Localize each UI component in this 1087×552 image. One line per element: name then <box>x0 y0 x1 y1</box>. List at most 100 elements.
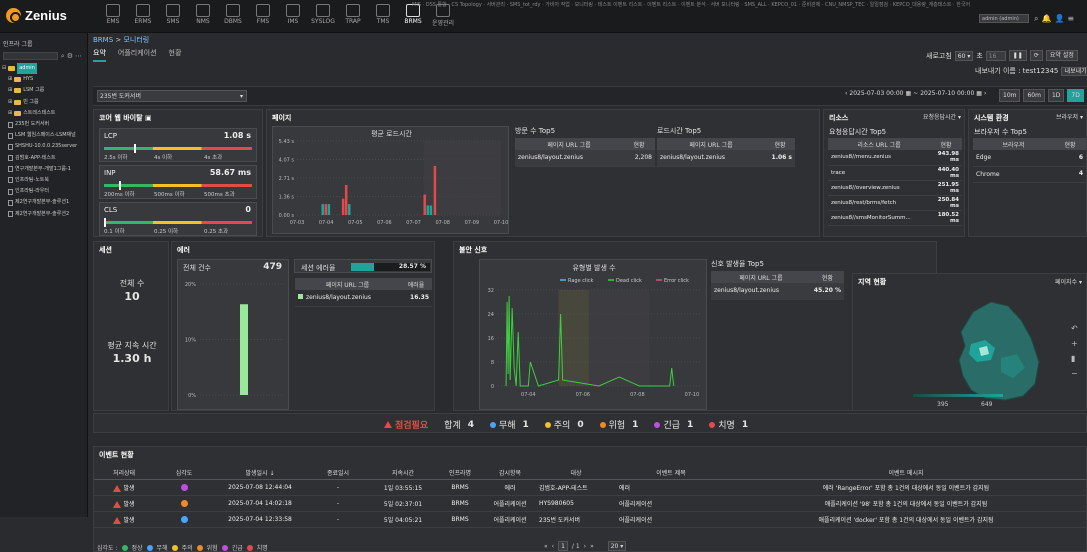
tab-2[interactable]: 현황 <box>169 48 182 62</box>
tab-1[interactable]: 어플리케이션 <box>118 48 157 62</box>
table-row[interactable]: zenius8//smsMonitorSumm... 180.52 ms <box>828 210 962 226</box>
more-icon[interactable]: ⋯ <box>75 52 84 60</box>
col-header[interactable]: 이벤트 메시지 <box>726 467 1086 480</box>
tree-item[interactable]: 인프라팀-노트북 <box>2 175 87 186</box>
page-input[interactable]: 1 <box>558 541 568 551</box>
zoom-out-icon[interactable]: − <box>1071 369 1078 378</box>
summary-0[interactable]: 합계 4 <box>444 418 474 432</box>
tree-item[interactable]: 김범호-APP-테스트 <box>2 153 87 164</box>
menu-icon[interactable]: ≡ <box>1067 14 1077 23</box>
tree-item[interactable]: ⊞ 빈 그룹 <box>2 97 87 108</box>
nav-trap[interactable]: TRAP <box>339 4 367 25</box>
summary-2[interactable]: 주의 0 <box>544 418 584 431</box>
table-row[interactable]: trace 440.40 ms <box>828 165 962 181</box>
range-60m[interactable]: 60m <box>1023 89 1045 102</box>
table-row[interactable]: zenius8/layout.zenius 2,208 <box>515 150 655 167</box>
bell-icon[interactable]: 🔔 <box>1041 14 1054 23</box>
region-select[interactable]: 페이지수 ▾ <box>1055 277 1082 286</box>
range-1D[interactable]: 1D <box>1047 89 1065 102</box>
back-icon[interactable]: ↶ <box>1071 324 1078 333</box>
tree-item[interactable]: 235번 도커서버 <box>2 119 87 130</box>
table-row[interactable]: zenius8/layout.zenius 1.06 s <box>657 150 795 167</box>
collapse-icon[interactable]: ⊟ <box>2 63 6 74</box>
tree-item[interactable]: SHSHU-10.0.0.235server <box>2 141 87 152</box>
nav-fms[interactable]: FMS <box>249 4 277 25</box>
tree-item[interactable]: 연구개발본부-개발1그룹-1 <box>2 164 87 175</box>
tree-item[interactable]: ⊞ 스트레스테스트 <box>2 108 87 119</box>
col-header[interactable]: 인프라명 <box>436 467 484 480</box>
col-header[interactable]: 지속시간 <box>370 467 436 480</box>
prev-page-icon[interactable]: ‹ <box>552 543 554 550</box>
range-7D[interactable]: 7D <box>1067 89 1084 102</box>
user-icon[interactable]: 👤 <box>1054 14 1067 23</box>
zenius-logo[interactable]: Zenius <box>6 8 67 23</box>
next-page-icon[interactable]: › <box>584 543 586 550</box>
summary-1[interactable]: 무해 1 <box>489 418 529 431</box>
nav-ems[interactable]: EMS <box>99 4 127 25</box>
pause-button[interactable]: ❚❚ <box>1008 50 1027 61</box>
col-header[interactable]: 처리상태 <box>94 467 154 480</box>
tree-item[interactable]: 인프라팀-라우터 <box>2 186 87 197</box>
tree-item[interactable]: 제2연구개발본부-솔루션2 <box>2 208 87 219</box>
calendar-icon[interactable]: ▦ <box>976 90 982 97</box>
col-header[interactable]: 발생일시 ↓ <box>214 467 306 480</box>
table-row[interactable]: Edge 6 <box>973 150 1086 167</box>
zoom-slider[interactable]: ▮ <box>1071 354 1078 363</box>
table-row[interactable]: zenius8/layout.zenius 16.35 <box>295 290 432 307</box>
next-icon[interactable]: › <box>984 90 986 97</box>
tree-item[interactable]: ⊞ LSM 그룹 <box>2 85 87 96</box>
expand-icon[interactable]: ⊞ <box>8 108 12 119</box>
summary-settings-button[interactable]: 요약 설정 <box>1045 50 1078 61</box>
calendar-icon[interactable]: ▦ <box>905 90 911 97</box>
col-header[interactable]: 대상 <box>536 467 616 480</box>
nav-dbms[interactable]: DBMS <box>219 4 247 25</box>
expand-icon[interactable]: ⊞ <box>8 97 12 108</box>
expand-icon[interactable]: ⊞ <box>8 85 12 96</box>
reload-button[interactable]: ⟳ <box>1029 50 1043 61</box>
tree-item[interactable]: LSM 웹임스페이스-LSM채널 <box>2 130 87 141</box>
expand-icon[interactable]: ⊞ <box>8 74 12 85</box>
nav-syslog[interactable]: SYSLOG <box>309 4 337 25</box>
system-env-select[interactable]: 브라우저 ▾ <box>1056 112 1083 121</box>
tree-item[interactable]: 제2연구개발본부-솔루션1 <box>2 197 87 208</box>
sidebar-search-input[interactable] <box>3 52 58 60</box>
nav-tms[interactable]: TMS <box>369 4 397 25</box>
col-header[interactable]: 감시항목 <box>484 467 536 480</box>
col-header[interactable]: 종료일시 <box>306 467 370 480</box>
table-row[interactable]: 발생 2025-07-08 12:44:04-1일 03:55:15 BRMS 에러 김… <box>94 479 1086 496</box>
nav-ims[interactable]: IMS <box>279 4 307 25</box>
check-needed-badge[interactable]: 점검필요 <box>384 418 428 431</box>
date-from[interactable]: 2025-07-03 00:00 <box>849 90 903 97</box>
first-page-icon[interactable]: « <box>544 543 548 550</box>
zoom-in-icon[interactable]: + <box>1071 339 1078 348</box>
server-select[interactable]: 235번 도커서버 ▾ <box>97 90 247 102</box>
date-to[interactable]: 2025-07-10 00:00 <box>920 90 974 97</box>
breadcrumb-parent[interactable]: BRMS <box>93 36 113 44</box>
table-row[interactable]: 발생 2025-07-04 14:02:18-5일 02:37:01 BRMS 어플리… <box>94 495 1086 512</box>
col-header[interactable]: 이벤트 제목 <box>616 467 726 480</box>
per-page-select[interactable]: 20 ▾ <box>607 541 627 551</box>
table-row[interactable]: zenius8/rest/brms/fetch 250.84 ms <box>828 195 962 211</box>
top-menu[interactable]: MIS · DSS 통합 · CS Topology · 서버관리 · SMS_… <box>412 1 972 8</box>
table-row[interactable]: zenius8//overview.zenius 251.95 ms <box>828 180 962 196</box>
col-header[interactable]: 심각도 <box>154 467 214 480</box>
table-row[interactable]: zenius8//menu.zenius 943.98 ms <box>828 150 962 166</box>
export-button[interactable]: 내보내기 <box>1060 67 1087 76</box>
info-icon[interactable]: ▣ <box>145 114 152 122</box>
range-10m[interactable]: 10m <box>999 89 1021 102</box>
tree-item[interactable]: ⊟ admin <box>2 63 87 75</box>
summary-5[interactable]: 치명 1 <box>709 418 748 431</box>
prev-icon[interactable]: ‹ <box>845 90 847 97</box>
nav-sms[interactable]: SMS <box>159 4 187 25</box>
last-page-icon[interactable]: » <box>590 543 594 550</box>
nav-erms[interactable]: ERMS <box>129 4 157 25</box>
user-select[interactable]: admin (admin) <box>979 14 1029 23</box>
refresh-interval-select[interactable]: 60 ▾ <box>954 50 974 61</box>
summary-4[interactable]: 긴급 1 <box>654 418 693 431</box>
summary-3[interactable]: 위험 1 <box>599 418 638 431</box>
table-row[interactable]: zenius8/layout.zenius 45.20 % <box>711 283 844 300</box>
table-row[interactable]: Chrome 4 <box>973 166 1086 183</box>
nav-nms[interactable]: NMS <box>189 4 217 25</box>
resource-select[interactable]: 요청응답시간 ▾ <box>923 112 961 121</box>
tab-0[interactable]: 요약 <box>93 48 106 62</box>
